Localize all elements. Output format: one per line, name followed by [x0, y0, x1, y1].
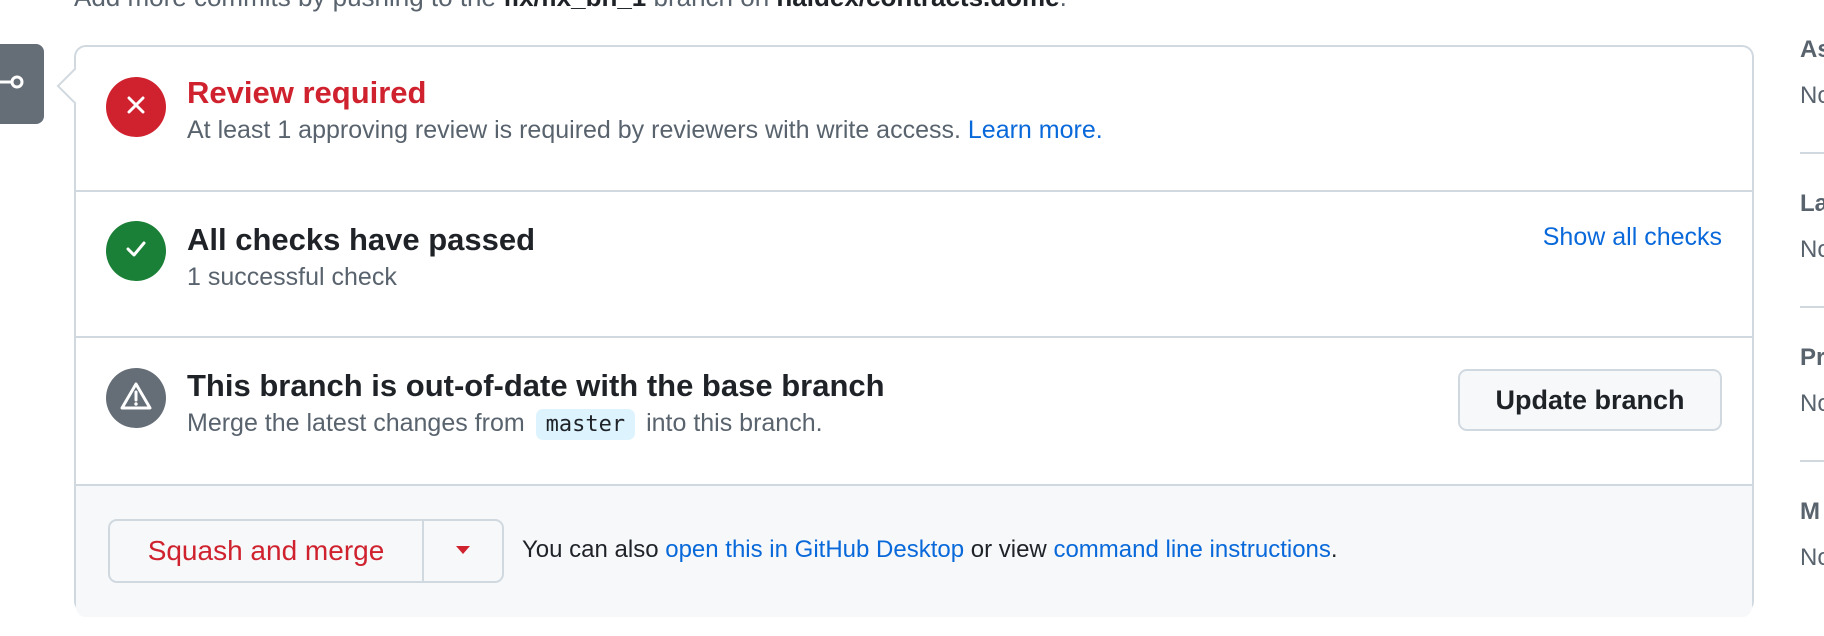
git-pull-request-icon — [0, 65, 32, 104]
merge-hint-text: Add more commits by pushing to the fix/f… — [74, 0, 1067, 13]
sidebar-divider — [1800, 306, 1824, 308]
squash-and-merge-button[interactable]: Squash and merge — [110, 521, 424, 581]
hint-prefix: Add more commits by pushing to the — [74, 0, 496, 12]
branch-desc-prefix: Merge the latest changes from — [187, 409, 525, 437]
branch-status-circle — [106, 368, 166, 428]
sidebar-item-value: No — [1800, 390, 1824, 417]
learn-more-link[interactable]: Learn more. — [968, 116, 1103, 144]
alert-icon — [119, 380, 153, 417]
branch-status-title: This branch is out-of-date with the base… — [187, 368, 885, 403]
sidebar-item-value: No — [1800, 544, 1824, 571]
merge-method-dropdown-button[interactable] — [424, 521, 502, 581]
sidebar-item-labels[interactable]: La No — [1800, 190, 1824, 264]
sidebar-item-milestone[interactable]: M No — [1800, 498, 1824, 572]
checks-section: All checks have passed 1 successful chec… — [76, 192, 1752, 338]
sidebar-divider — [1800, 460, 1824, 462]
github-desktop-link[interactable]: open this in GitHub Desktop — [665, 536, 964, 563]
merge-action-section: Squash and merge You can also open this … — [76, 486, 1752, 617]
review-description: At least 1 approving review is required … — [187, 116, 1103, 145]
sidebar-item-value: No — [1800, 236, 1824, 263]
hint-branch: fix/fix_bn_1 — [503, 0, 646, 12]
also-prefix: You can also — [522, 536, 659, 563]
hint-suffix: . — [1060, 0, 1067, 12]
also-suffix: . — [1330, 536, 1338, 563]
update-branch-button[interactable]: Update branch — [1458, 369, 1722, 431]
review-section: Review required At least 1 approving rev… — [76, 47, 1752, 192]
review-title: Review required — [187, 75, 427, 110]
sidebar-item-label: Pr — [1800, 344, 1824, 371]
sidebar-item-value: No — [1800, 82, 1824, 109]
sidebar-item-assignees[interactable]: As No — [1800, 36, 1824, 110]
pull-request-badge — [0, 44, 44, 124]
branch-status-description: Merge the latest changes from master int… — [187, 409, 823, 440]
also-mid: or view — [970, 536, 1047, 563]
checks-status-circle — [106, 221, 166, 281]
merge-box: Review required At least 1 approving rev… — [56, 45, 1754, 617]
review-description-text: At least 1 approving review is required … — [187, 116, 961, 144]
sidebar-right: As No La No Pr No M No — [1800, 0, 1824, 636]
checks-description: 1 successful check — [187, 263, 397, 291]
sidebar-item-label: As — [1800, 36, 1824, 63]
triangle-down-icon — [455, 542, 471, 560]
show-all-checks-link[interactable]: Show all checks — [1543, 223, 1722, 252]
base-branch-chip: master — [535, 409, 636, 440]
review-status-circle — [106, 77, 166, 137]
sidebar-item-projects[interactable]: Pr No — [1800, 344, 1824, 418]
hint-repo: haidex/contracts.dome — [776, 0, 1059, 12]
checks-title: All checks have passed — [187, 222, 536, 257]
branch-status-section: This branch is out-of-date with the base… — [76, 338, 1752, 486]
sidebar-item-label: M — [1800, 498, 1820, 525]
hint-mid: branch on — [654, 0, 770, 12]
merge-alternatives-text: You can also open this in GitHub Desktop… — [522, 536, 1338, 564]
sidebar-divider — [1800, 152, 1824, 154]
check-icon — [123, 236, 149, 267]
squash-merge-button-group: Squash and merge — [108, 519, 504, 583]
x-icon — [124, 93, 148, 122]
sidebar-item-label: La — [1800, 190, 1824, 217]
branch-desc-suffix: into this branch. — [646, 409, 823, 437]
command-line-instructions-link[interactable]: command line instructions — [1053, 536, 1330, 563]
